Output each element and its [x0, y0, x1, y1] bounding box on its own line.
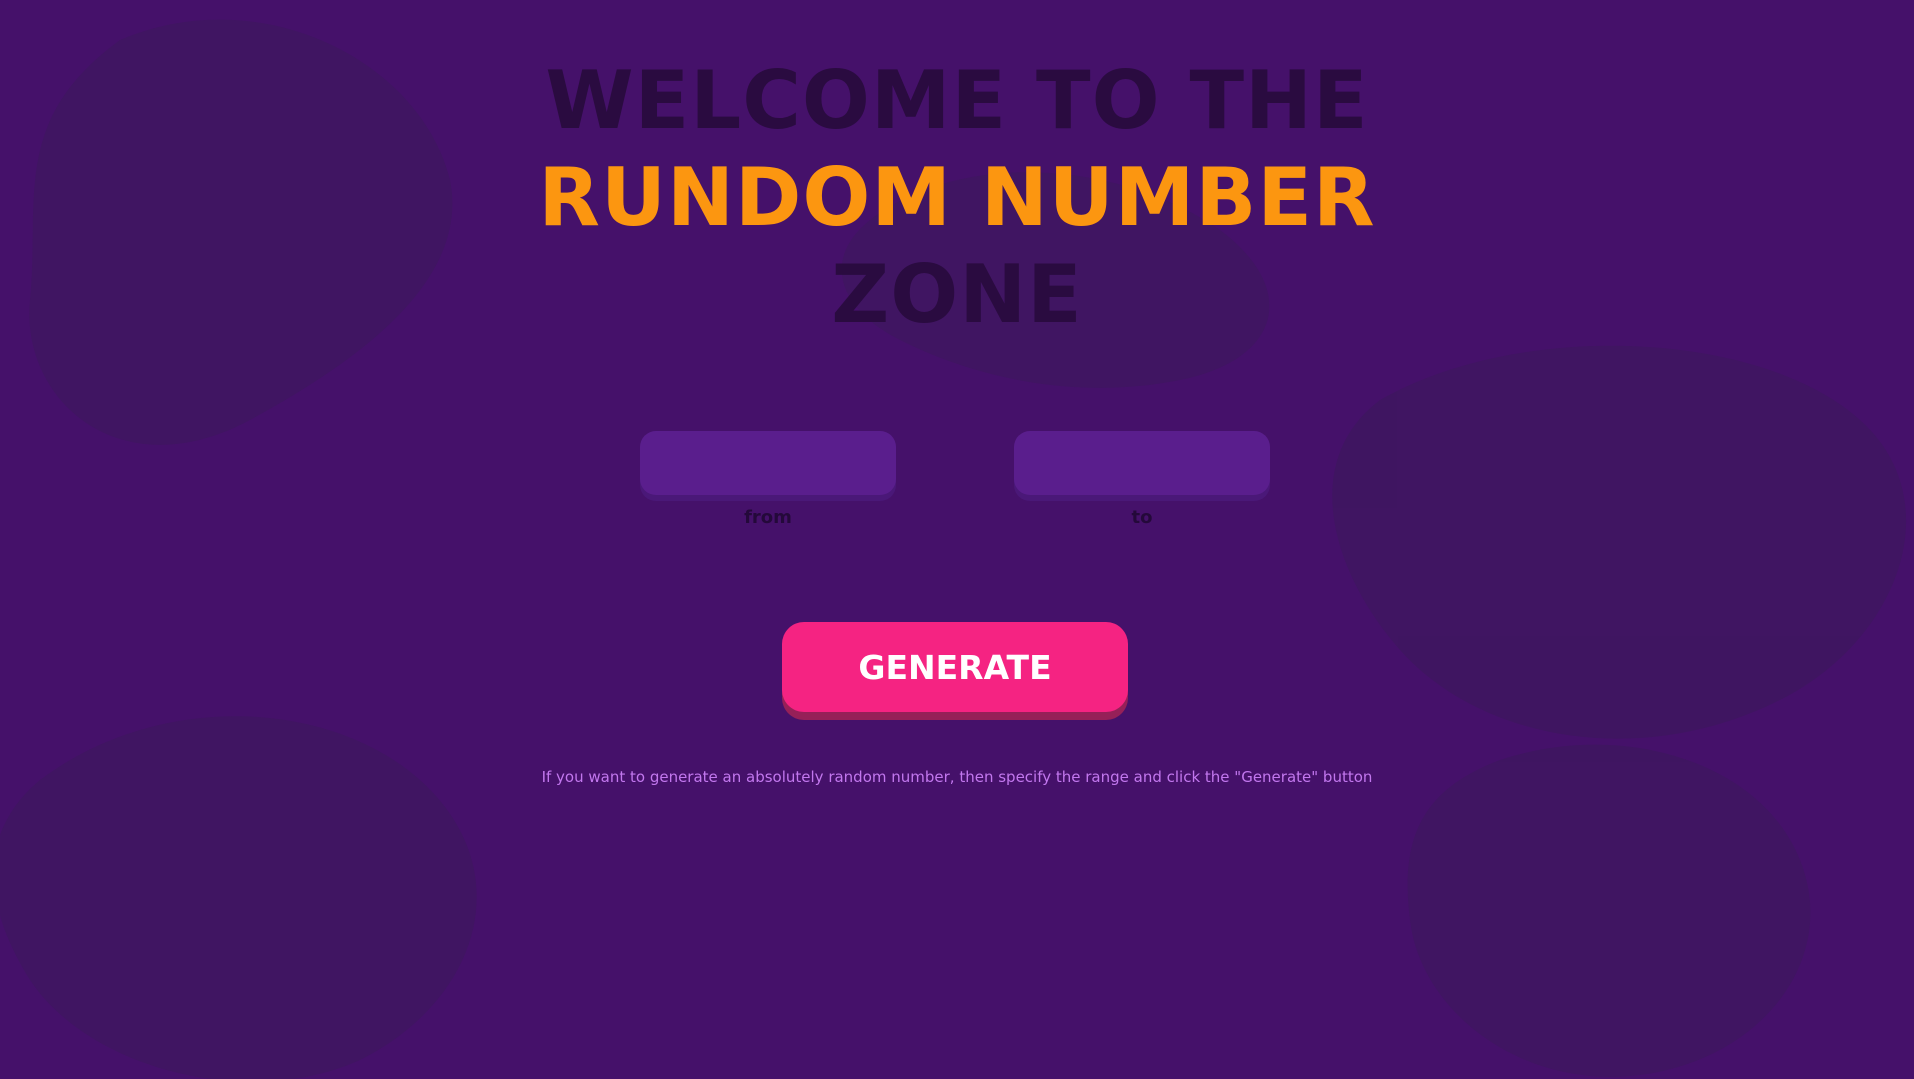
- to-field-group: to: [1014, 431, 1270, 528]
- main-content: WELCOME TO THE RUNDOM NUMBER ZONE from t…: [0, 0, 1914, 1079]
- from-input[interactable]: [640, 431, 896, 495]
- generate-button[interactable]: GENERATE: [782, 622, 1128, 712]
- title-line-highlight: RUNDOM NUMBER: [538, 151, 1376, 244]
- to-input[interactable]: [1014, 431, 1270, 495]
- title-line-welcome: WELCOME TO THE: [545, 54, 1369, 147]
- to-label: to: [1131, 507, 1153, 528]
- from-label: from: [744, 507, 792, 528]
- instruction-text: If you want to generate an absolutely ra…: [541, 768, 1373, 786]
- from-field-group: from: [640, 431, 896, 528]
- title-line-zone: ZONE: [831, 248, 1083, 341]
- page: WELCOME TO THE RUNDOM NUMBER ZONE from t…: [0, 0, 1914, 1079]
- page-title: WELCOME TO THE RUNDOM NUMBER ZONE: [0, 52, 1914, 343]
